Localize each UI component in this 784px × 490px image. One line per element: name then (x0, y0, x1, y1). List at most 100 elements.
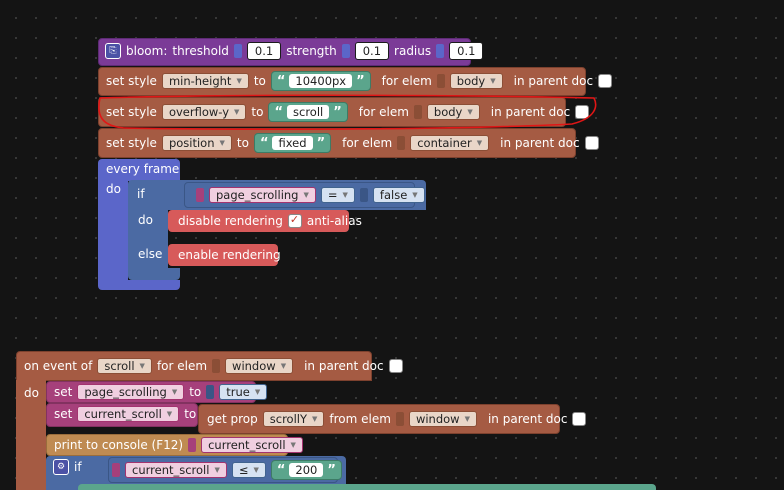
event-dropdown[interactable]: scroll ▼ (97, 358, 152, 374)
if-do-row: do (138, 210, 153, 230)
in-parent-doc-label: in parent doc (500, 136, 580, 150)
threshold-field[interactable]: 0.1 (246, 42, 282, 60)
for-elem-label: for elem (342, 136, 393, 150)
anti-alias-checkbox[interactable] (287, 213, 302, 228)
if-footer (128, 268, 180, 280)
operator-dropdown[interactable]: ≤ ▼ (231, 462, 266, 478)
connector-icon (196, 188, 204, 202)
for-elem-label: for elem (381, 74, 432, 88)
in-parent-doc-checkbox[interactable] (598, 74, 613, 88)
connector-icon (233, 44, 242, 58)
if-label: if (74, 460, 82, 474)
elem-dropdown[interactable]: body ▼ (449, 73, 503, 89)
if-label: if (137, 187, 145, 201)
if-row-bottom: ⚙ if (53, 457, 82, 477)
strength-label: strength (286, 44, 337, 58)
disable-rendering-label: disable rendering (178, 214, 283, 228)
on-event-do-row: do (24, 383, 39, 403)
bloom-icon: ⎘ (105, 43, 121, 59)
in-parent-doc-checkbox[interactable] (572, 412, 587, 426)
elem-dropdown[interactable]: container ▼ (410, 135, 490, 151)
else-row: else (138, 244, 162, 264)
else-label: else (138, 247, 163, 261)
var-dropdown[interactable]: current_scroll ▼ (125, 462, 227, 478)
set-label: set (54, 385, 73, 399)
prop-dropdown[interactable]: scrollY ▼ (262, 411, 325, 427)
if-row: if (137, 184, 145, 204)
anti-alias-label: anti-alias (306, 214, 362, 228)
nested-block-edge (78, 484, 656, 490)
connector-icon (112, 463, 120, 477)
set-var-row-1: set page_scrolling ▼ to true ▼ (54, 382, 268, 402)
connector-icon (436, 44, 445, 58)
get-prop-label: get prop (207, 412, 258, 426)
radius-label: radius (394, 44, 432, 58)
set-var-row-2: set current_scroll ▼ to (54, 404, 196, 424)
set-style-row-1: set style min-height ▼ to “10400px” for e… (106, 71, 613, 91)
var-dropdown[interactable]: page_scrolling ▼ (77, 384, 185, 400)
do-label: do (138, 213, 153, 227)
to-label: to (184, 407, 197, 421)
disable-rendering-row: disable rendering anti-alias (178, 211, 362, 231)
in-parent-doc-label: in parent doc (487, 412, 568, 426)
gear-icon[interactable]: ⚙ (53, 459, 69, 475)
do-label: do (24, 386, 39, 400)
in-parent-doc-checkbox[interactable] (584, 136, 599, 150)
bool-dropdown[interactable]: false ▼ (372, 187, 425, 203)
connector-icon (212, 359, 221, 373)
in-parent-doc-label: in parent doc (304, 359, 384, 373)
to-label: to (189, 385, 202, 399)
connector-icon (359, 188, 368, 202)
print-row: print to console (F12) current_scroll ▼ (54, 435, 303, 455)
connector-icon (436, 74, 445, 88)
strength-field[interactable]: 0.1 (354, 42, 390, 60)
do-label: do (106, 182, 121, 196)
connector-icon (395, 412, 404, 426)
bool-dropdown[interactable]: true ▼ (219, 384, 268, 400)
var-dropdown[interactable]: current_scroll ▼ (77, 406, 180, 422)
set-style-label: set style (106, 74, 157, 88)
every-frame-row: every frame (106, 159, 179, 179)
connector-icon (397, 136, 406, 150)
string-field[interactable]: fixed (272, 136, 313, 150)
string-block[interactable]: “fixed” (253, 133, 332, 153)
compare-row-bottom: current_scroll ▼ ≤ ▼ “200” (112, 460, 342, 480)
in-parent-doc-checkbox[interactable] (388, 359, 403, 373)
style-prop-dropdown[interactable]: position ▼ (161, 135, 232, 151)
get-prop-row: get prop scrollY ▼ from elem window ▼ in p… (207, 409, 587, 429)
for-elem-label: for elem (156, 359, 208, 373)
string-block[interactable]: “200” (270, 460, 342, 480)
set-style-row-3: set style position ▼ to “fixed” for elem … (106, 133, 599, 153)
elem-dropdown[interactable]: window ▼ (408, 411, 477, 427)
to-label: to (253, 74, 266, 88)
string-block[interactable]: “10400px” (270, 71, 371, 91)
from-elem-label: from elem (329, 412, 391, 426)
print-label: print to console (F12) (54, 438, 184, 452)
elem-dropdown[interactable]: window ▼ (225, 358, 294, 374)
every-frame-do-row: do (106, 179, 121, 199)
to-label: to (236, 136, 249, 150)
connector-icon (188, 438, 197, 452)
every-frame-label: every frame (106, 162, 180, 176)
every-frame-footer (98, 280, 180, 290)
style-prop-dropdown[interactable]: min-height ▼ (161, 73, 249, 89)
radius-field[interactable]: 0.1 (449, 42, 484, 60)
compare-row: page_scrolling ▼ = ▼ false ▼ (196, 185, 425, 205)
var-dropdown[interactable]: page_scrolling ▼ (209, 187, 316, 203)
set-label: set (54, 407, 73, 421)
on-event-label: on event of (24, 359, 93, 373)
highlight-annotation (98, 94, 597, 130)
set-style-label: set style (106, 136, 157, 150)
string-field[interactable]: 10400px (289, 74, 353, 88)
bloom-row: ⎘ bloom: threshold 0.1 strength 0.1 radi… (105, 41, 484, 61)
on-event-row: on event of scroll ▼ for elem window ▼ in … (24, 356, 403, 376)
var-dropdown[interactable]: current_scroll ▼ (201, 437, 303, 453)
bloom-label: bloom: (126, 44, 168, 58)
string-field[interactable]: 200 (289, 463, 324, 477)
connector-icon (341, 44, 350, 58)
enable-rendering-label: enable rendering (178, 248, 281, 262)
connector-icon (206, 385, 215, 399)
operator-dropdown[interactable]: = ▼ (320, 187, 355, 203)
in-parent-doc-label: in parent doc (513, 74, 594, 88)
enable-rendering-row: enable rendering (178, 245, 281, 265)
